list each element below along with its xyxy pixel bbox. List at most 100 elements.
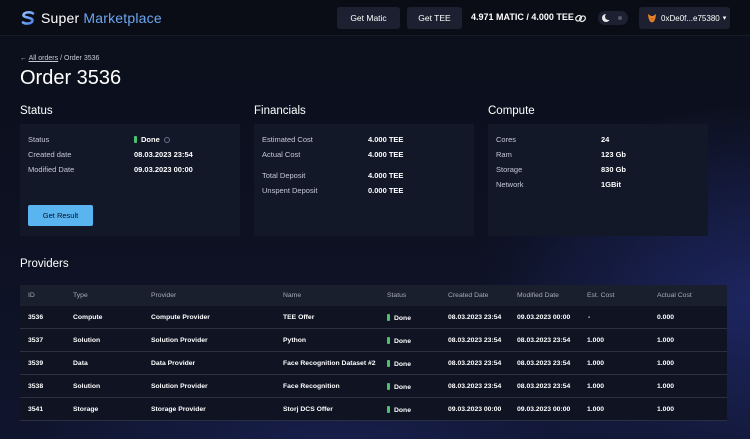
table-row[interactable]: 3539 Data Data Provider Face Recognition… [20, 352, 727, 375]
table-row[interactable]: 3541 Storage Storage Provider Storj DCS … [20, 398, 727, 421]
cell-status: Done [387, 314, 411, 322]
cell-type: Solution [73, 383, 101, 390]
top-header: Super Marketplace Get Matic Get TEE 4.971… [0, 0, 750, 36]
logo-mark-icon [21, 11, 35, 25]
column-header-id[interactable]: ID [28, 292, 35, 299]
status-indicator-icon [387, 406, 390, 413]
financials-section-title: Financials [254, 105, 306, 117]
column-header-created-date[interactable]: Created Date [448, 292, 488, 299]
get-tee-button[interactable]: Get TEE [407, 7, 462, 29]
estimated-cost-value: 4.000 TEE [368, 135, 404, 144]
compute-section-title: Compute [488, 105, 535, 117]
total-deposit-label: Total Deposit [262, 171, 306, 180]
status-text: Done [394, 384, 411, 391]
cell-provider: Compute Provider [151, 314, 210, 321]
cell-type: Compute [73, 314, 103, 321]
cell-provider: Storage Provider [151, 406, 206, 413]
chevron-down-icon: ▾ [722, 15, 727, 22]
ram-label: Ram [496, 150, 512, 159]
cell-status: Done [387, 337, 411, 345]
ram-value: 123 Gb [601, 150, 627, 159]
cell-type: Storage [73, 406, 99, 413]
column-header-est-cost[interactable]: Est. Cost [587, 292, 615, 299]
cell-provider: Solution Provider [151, 383, 208, 390]
column-header-name[interactable]: Name [283, 292, 301, 299]
info-icon[interactable] [163, 137, 170, 143]
created-date-label: Created date [28, 150, 72, 159]
column-header-provider[interactable]: Provider [151, 292, 176, 299]
cell-created-date: 08.03.2023 23:54 [448, 337, 502, 344]
providers-section-title: Providers [20, 258, 69, 270]
moon-icon [602, 13, 612, 22]
cores-value: 24 [601, 135, 610, 144]
cell-created-date: 08.03.2023 23:54 [448, 383, 502, 390]
breadcrumb-current: Order 3536 [64, 55, 100, 62]
cell-status: Done [387, 383, 411, 391]
cell-actual-cost: 1.000 [657, 360, 675, 367]
page-title: Order 3536 [20, 67, 122, 89]
table-row[interactable]: 3537 Solution Solution Provider Python D… [20, 329, 727, 352]
cell-modified-date: 08.03.2023 23:54 [517, 360, 571, 367]
cell-actual-cost: 1.000 [657, 337, 675, 344]
cell-est-cost: 1.000 [587, 406, 605, 413]
cell-modified-date: 09.03.2023 00:00 [517, 314, 571, 321]
status-indicator-icon [134, 136, 137, 143]
cell-status: Done [387, 360, 411, 368]
metamask-fox-icon [648, 14, 656, 23]
cell-actual-cost: 1.000 [657, 383, 675, 390]
status-indicator-icon [387, 314, 390, 321]
cell-est-cost: - [588, 314, 591, 321]
table-header: ID Type Provider Name Status Created Dat… [20, 285, 727, 306]
unspent-deposit-label: Unspent Deposit [262, 186, 318, 195]
status-section-title: Status [20, 105, 53, 117]
cell-actual-cost: 1.000 [657, 406, 675, 413]
cell-name: Face Recognition Dataset #2 [283, 360, 376, 367]
total-deposit-value: 4.000 TEE [368, 171, 404, 180]
column-header-modified-date[interactable]: Modified Date [517, 292, 559, 299]
status-label: Status [28, 135, 50, 144]
status-indicator-icon [387, 383, 390, 390]
breadcrumb-all-orders-link[interactable]: All orders [29, 55, 59, 62]
cell-modified-date: 08.03.2023 23:54 [517, 337, 571, 344]
get-result-button[interactable]: Get Result [28, 205, 93, 226]
created-date-value: 08.03.2023 23:54 [134, 150, 193, 159]
cell-id: 3541 [28, 406, 44, 413]
logo-word-super: Super [41, 10, 80, 26]
cell-status: Done [387, 406, 411, 414]
table-row[interactable]: 3538 Solution Solution Provider Face Rec… [20, 375, 727, 398]
cell-created-date: 08.03.2023 23:54 [448, 360, 502, 367]
network-value: 1GBit [601, 180, 622, 189]
cell-est-cost: 1.000 [587, 383, 605, 390]
storage-label: Storage [496, 165, 523, 174]
wallet-button[interactable]: 0xDe0f...e75380 ▾ [639, 7, 730, 29]
cell-created-date: 08.03.2023 23:54 [448, 314, 502, 321]
cell-type: Data [73, 360, 88, 367]
link-icon[interactable] [574, 12, 587, 25]
modified-date-label: Modified Date [28, 165, 75, 174]
cell-actual-cost: 0.000 [657, 314, 675, 321]
cell-name: TEE Offer [283, 314, 315, 321]
get-matic-button[interactable]: Get Matic [337, 7, 400, 29]
cell-type: Solution [73, 337, 101, 344]
table-row[interactable]: 3536 Compute Compute Provider TEE Offer … [20, 306, 727, 329]
cell-id: 3539 [28, 360, 44, 367]
cell-modified-date: 09.03.2023 00:00 [517, 406, 571, 413]
actual-cost-value: 4.000 TEE [368, 150, 404, 159]
column-header-type[interactable]: Type [73, 292, 88, 299]
cell-id: 3538 [28, 383, 44, 390]
column-header-actual-cost[interactable]: Actual Cost [657, 292, 692, 299]
wallet-address: 0xDe0f...e75380 [661, 13, 720, 23]
theme-toggle[interactable] [598, 11, 628, 25]
status-indicator-icon [387, 337, 390, 344]
app-logo[interactable]: Super Marketplace [20, 9, 162, 27]
column-header-status[interactable]: Status [387, 292, 406, 299]
status-text: Done [394, 407, 411, 414]
sun-dot-icon [618, 16, 622, 20]
cell-name: Storj DCS Offer [283, 406, 333, 413]
status-text: Done [394, 361, 411, 368]
status-text: Done [394, 338, 411, 345]
cell-name: Face Recognition [283, 383, 340, 390]
logo-word-marketplace: Marketplace [83, 10, 162, 26]
cores-label: Cores [496, 135, 517, 144]
modified-date-value: 09.03.2023 00:00 [134, 165, 193, 174]
